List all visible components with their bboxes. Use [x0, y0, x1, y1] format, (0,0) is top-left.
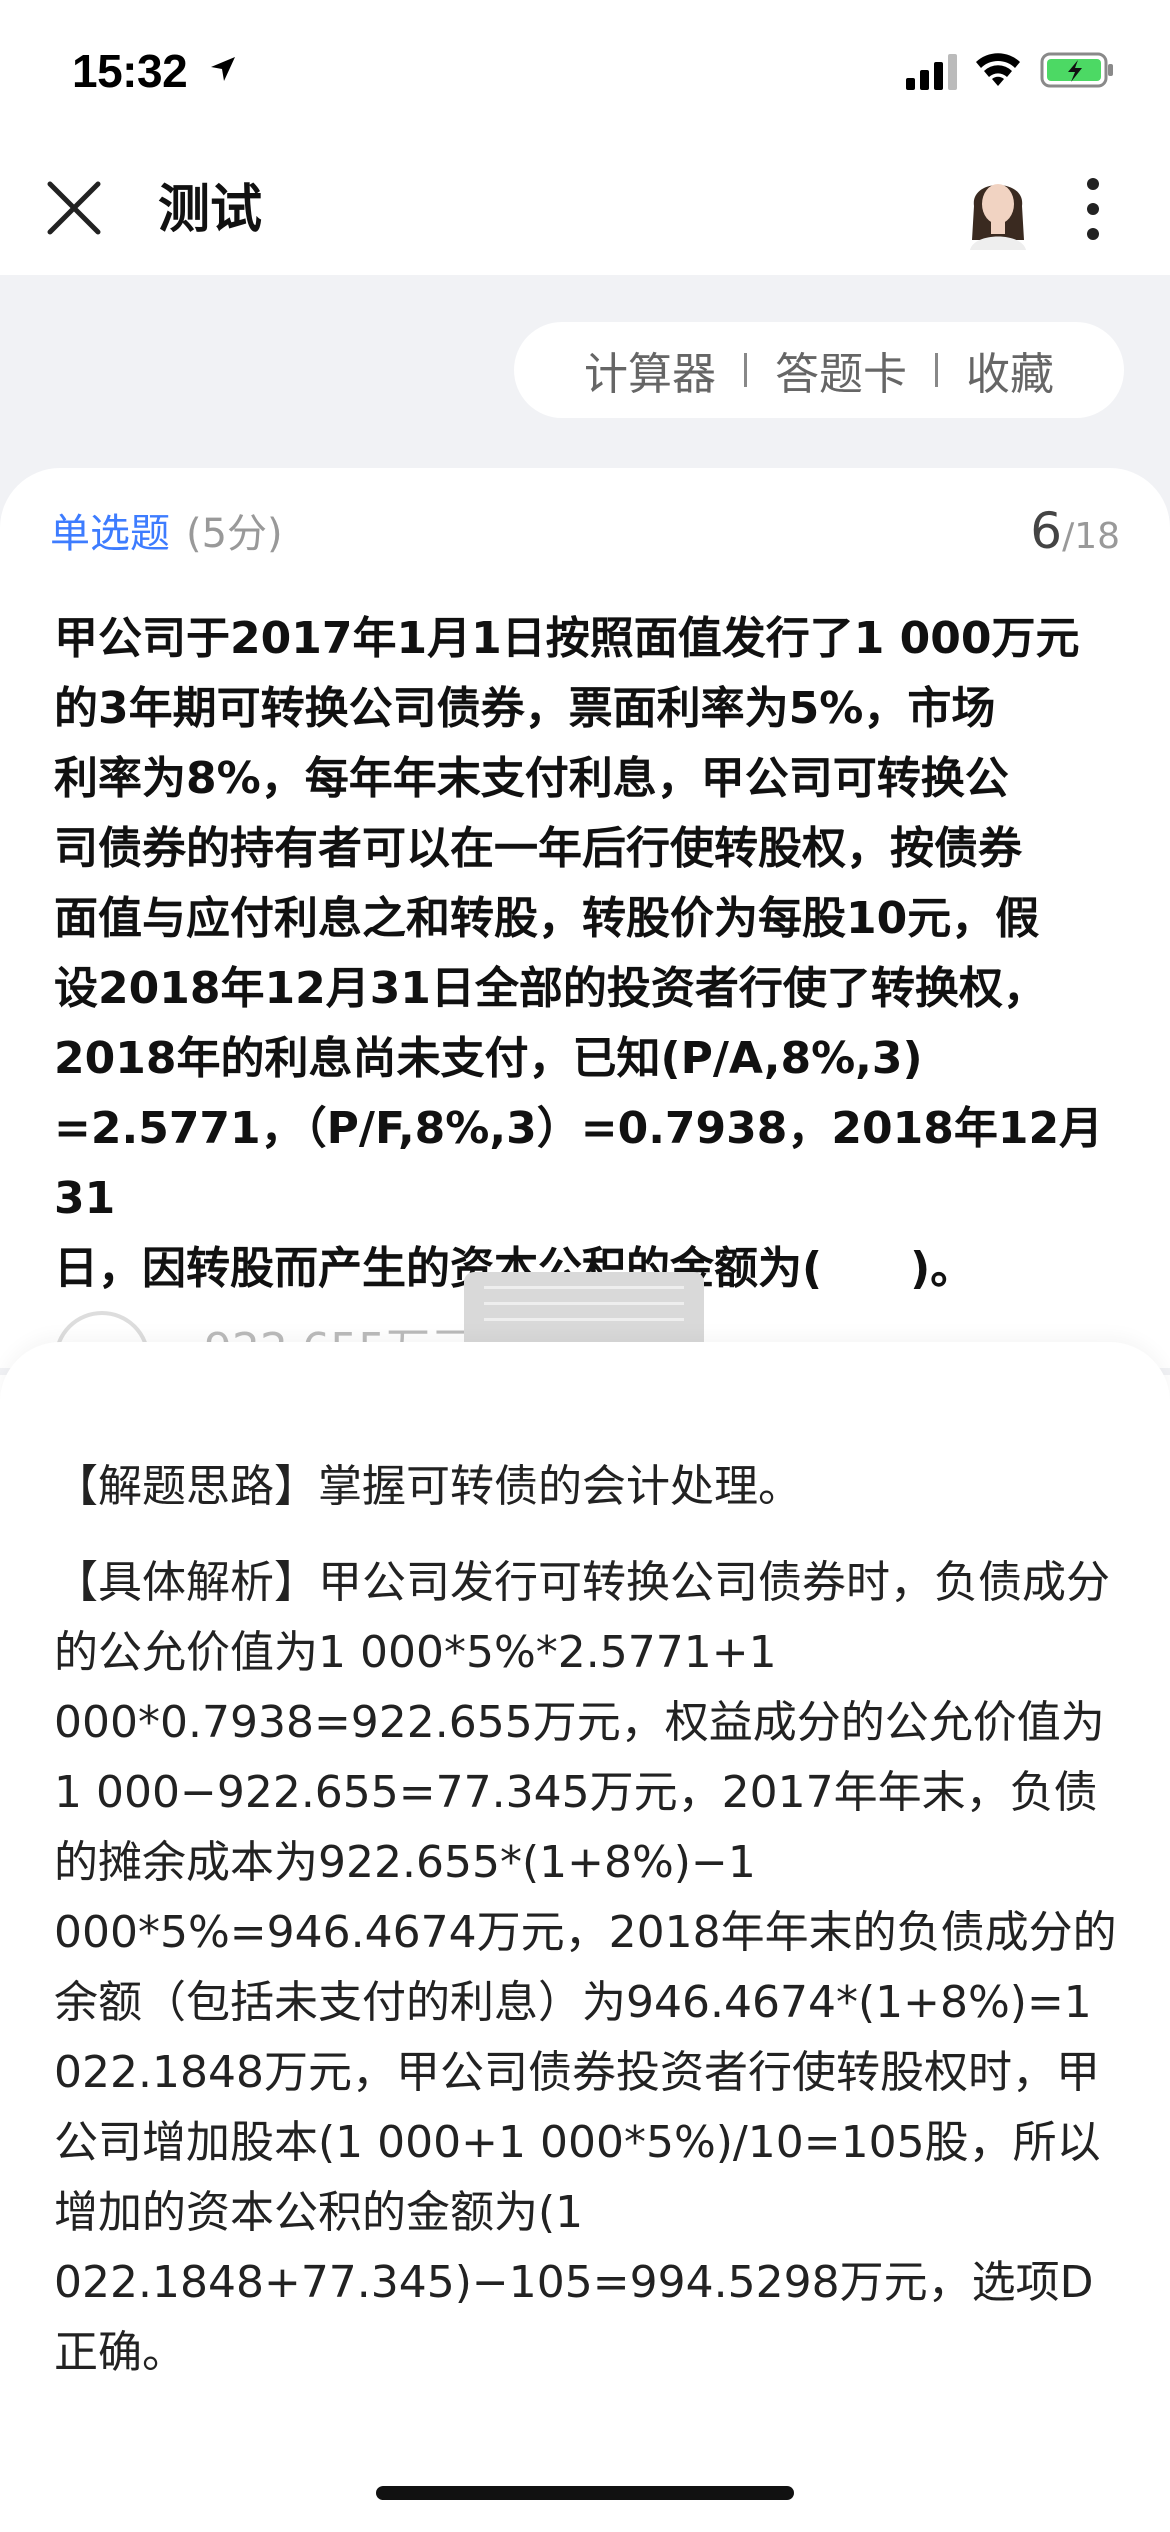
wifi-icon	[976, 53, 1020, 86]
drag-handle[interactable]	[464, 1272, 704, 1344]
status-time: 15:32	[72, 45, 188, 97]
divider	[935, 353, 938, 387]
tools-bar: 计算器 答题卡 收藏	[514, 322, 1124, 418]
more-menu-icon[interactable]	[1078, 176, 1108, 242]
analysis-approach: 【解题思路】掌握可转债的会计处理。	[54, 1461, 802, 1512]
question-progress: 6/18	[1030, 500, 1120, 574]
avatar[interactable]	[960, 162, 1036, 250]
favorite-button[interactable]: 收藏	[946, 338, 1074, 402]
location-arrow-icon	[211, 57, 235, 81]
nav-bar: 测试	[0, 140, 1170, 275]
question-card: 单选题 (5分) 6/18 甲公司于2017年1月1日按照面值发行了1 000万…	[0, 468, 1170, 1368]
drag-handle-line	[484, 1302, 684, 1305]
analysis-content: 【解题思路】掌握可转债的会计处理。 【具体解析】甲公司发行可转换公司债券时，负债…	[54, 1452, 1124, 2414]
analysis-sheet: 【解题思路】掌握可转债的会计处理。 【具体解析】甲公司发行可转换公司债券时，负债…	[0, 1342, 1170, 2532]
question-total: /18	[1062, 516, 1120, 557]
calculator-button[interactable]: 计算器	[564, 338, 736, 402]
question-type: 单选题	[50, 511, 170, 557]
divider	[744, 353, 747, 387]
page-title: 测试	[158, 180, 263, 240]
close-icon[interactable]	[46, 180, 102, 236]
question-current: 6	[1030, 502, 1063, 560]
answer-sheet-button[interactable]: 答题卡	[755, 338, 927, 402]
signal-icon	[906, 54, 957, 90]
home-indicator	[376, 2486, 794, 2500]
question-score: (5分)	[186, 511, 283, 557]
battery-icon	[1040, 52, 1113, 88]
status-bar: 15:32	[0, 0, 1170, 140]
analysis-detail: 【具体解析】甲公司发行可转换公司债券时，负债成分的公允价值为1 000*5%*2…	[54, 1557, 1117, 2378]
drag-handle-line	[484, 1318, 684, 1321]
question-text: 甲公司于2017年1月1日按照面值发行了1 000万元 的3年期可转换公司债券，…	[54, 613, 1104, 1294]
drag-handle-line	[484, 1286, 684, 1289]
